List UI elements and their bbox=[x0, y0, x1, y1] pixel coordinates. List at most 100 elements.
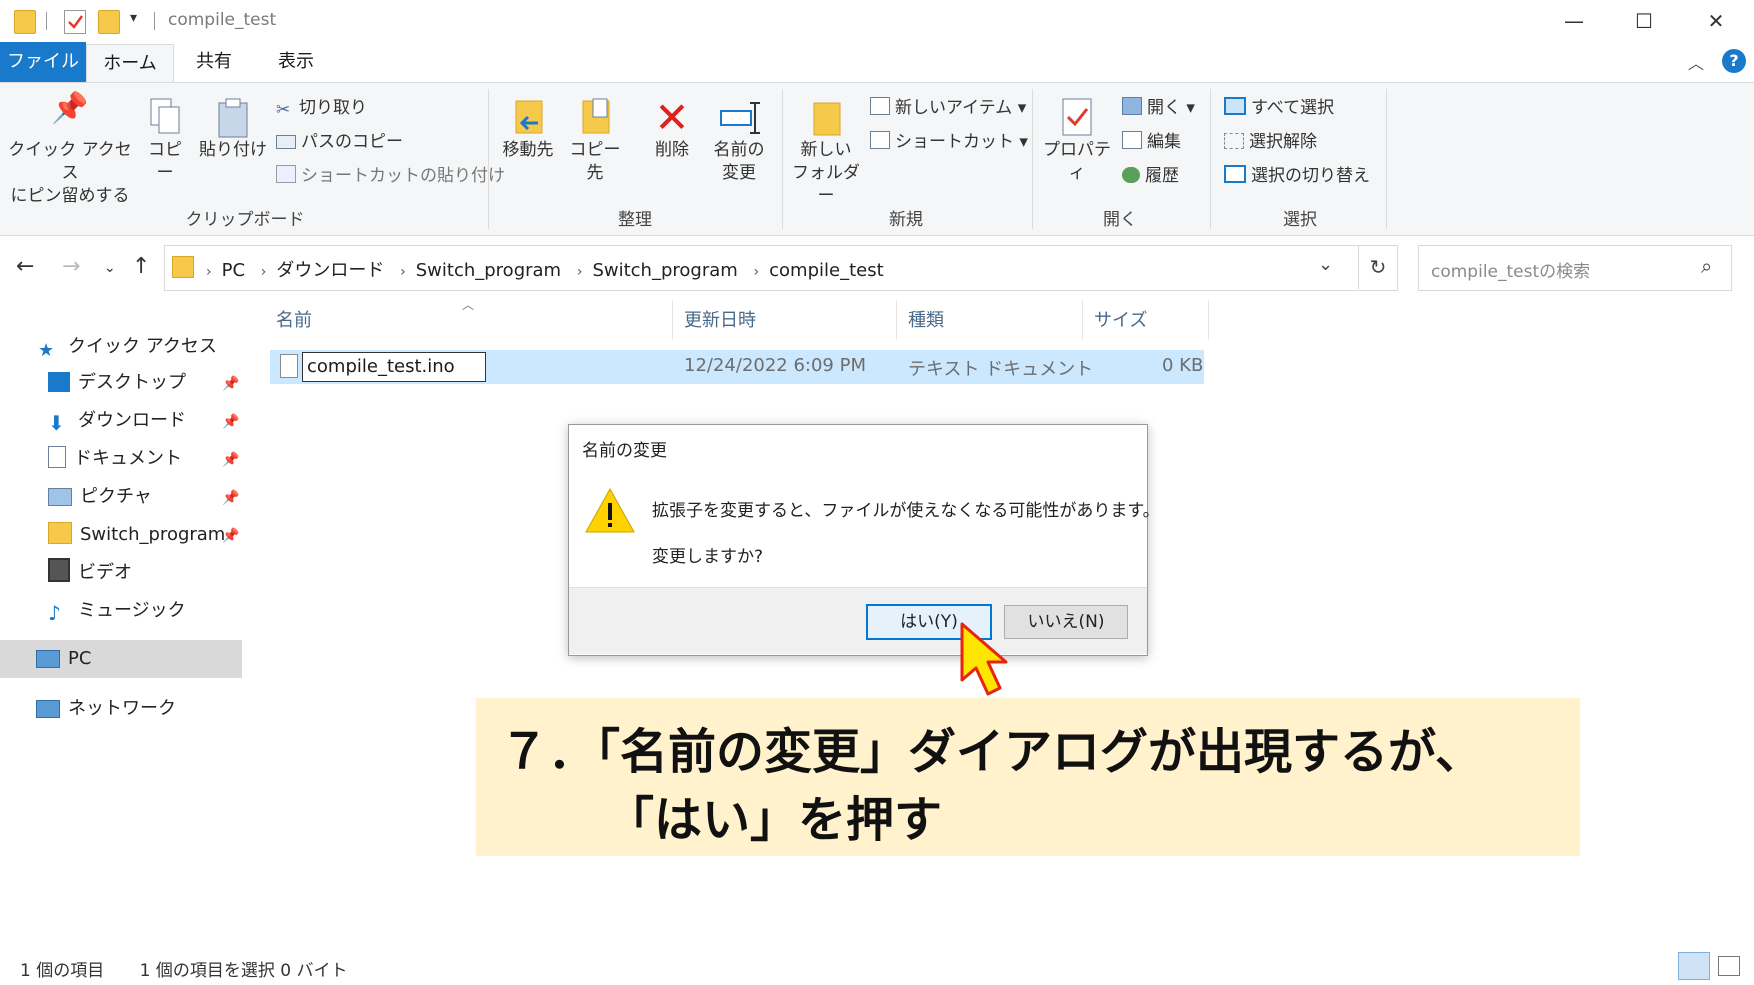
select-none-icon bbox=[1224, 133, 1244, 149]
pin-quick-access-button[interactable]: 📌 クイック アクセス にピン留めする bbox=[6, 94, 134, 208]
tab-file[interactable]: ファイル bbox=[0, 42, 86, 82]
open-button[interactable]: 開く ▾ bbox=[1122, 95, 1195, 121]
tab-view[interactable]: 表示 bbox=[262, 42, 330, 82]
sidebar-item-pc[interactable]: PC bbox=[36, 642, 91, 676]
edit-label: 編集 bbox=[1147, 132, 1181, 152]
music-note-icon: ♪ bbox=[48, 601, 61, 625]
maximize-icon[interactable]: ☐ bbox=[1616, 4, 1672, 38]
paste-icon bbox=[198, 97, 268, 139]
breadcrumb-item[interactable]: PC bbox=[222, 260, 245, 281]
picture-icon bbox=[48, 488, 72, 506]
film-icon bbox=[48, 558, 70, 582]
divider bbox=[1032, 89, 1033, 229]
rename-label-2: 変更 bbox=[722, 163, 756, 183]
forward-arrow-icon[interactable]: → bbox=[62, 254, 80, 279]
instruction-line-2: 「はい」を押す bbox=[606, 792, 943, 848]
properties-button[interactable]: プロパティ bbox=[1036, 97, 1118, 185]
cut-button[interactable]: ✂ 切り取り bbox=[276, 95, 367, 121]
sidebar-item-downloads[interactable]: ⬇ ダウンロード bbox=[48, 404, 186, 438]
shortcut-button[interactable]: ショートカット ▾ bbox=[870, 129, 1028, 155]
breadcrumb-chevron-icon[interactable]: › bbox=[400, 264, 406, 280]
breadcrumb-item[interactable]: compile_test bbox=[769, 260, 884, 281]
divider bbox=[1082, 300, 1083, 340]
sidebar-item-quick-access[interactable]: ★ クイック アクセス bbox=[38, 330, 217, 364]
close-icon[interactable]: ✕ bbox=[1688, 4, 1744, 38]
column-header-type[interactable]: 種類 bbox=[908, 306, 944, 332]
sidebar-item-pictures[interactable]: ピクチャ bbox=[48, 480, 152, 514]
sidebar-label: ミュージック bbox=[78, 600, 186, 621]
tab-share[interactable]: 共有 bbox=[180, 42, 248, 82]
search-input[interactable]: compile_testの検索 ⌕ bbox=[1418, 245, 1732, 291]
delete-button[interactable]: ✕ 削除 bbox=[644, 97, 700, 162]
breadcrumb-item[interactable]: Switch_program bbox=[592, 260, 737, 281]
column-header-size[interactable]: サイズ bbox=[1094, 306, 1147, 332]
properties-check-icon[interactable] bbox=[64, 10, 86, 34]
download-arrow-icon: ⬇ bbox=[48, 411, 65, 435]
sidebar-item-network[interactable]: ネットワーク bbox=[36, 692, 176, 726]
item-count: 1 個の項目 bbox=[20, 961, 105, 981]
copy-button[interactable]: コピー bbox=[140, 97, 190, 185]
dialog-title: 名前の変更 bbox=[582, 441, 667, 461]
breadcrumb-chevron-icon[interactable]: › bbox=[261, 264, 267, 280]
breadcrumb: › PC › ダウンロード › Switch_program › Switch_prog… bbox=[176, 256, 884, 282]
dialog-question: 変更しますか? bbox=[652, 547, 764, 567]
edit-button[interactable]: 編集 bbox=[1122, 129, 1181, 155]
star-icon: ★ bbox=[38, 340, 55, 361]
sidebar-item-videos[interactable]: ビデオ bbox=[48, 556, 132, 590]
warning-icon bbox=[584, 486, 636, 540]
edit-icon bbox=[1122, 131, 1142, 149]
file-size: 0 KB bbox=[1162, 355, 1204, 376]
divider bbox=[672, 300, 673, 340]
invert-selection-icon bbox=[1224, 165, 1246, 183]
move-to-button[interactable]: 移動先 bbox=[498, 97, 558, 162]
recent-locations-chevron-icon[interactable]: ⌄ bbox=[104, 260, 116, 276]
move-to-icon bbox=[498, 97, 558, 139]
details-view-icon[interactable] bbox=[1678, 952, 1710, 980]
invert-selection-button[interactable]: 選択の切り替え bbox=[1224, 163, 1370, 189]
copy-path-button[interactable]: パスのコピー bbox=[276, 129, 403, 155]
breadcrumb-chevron-icon[interactable]: › bbox=[206, 264, 212, 280]
mouse-cursor-icon bbox=[958, 622, 1018, 706]
column-header-name[interactable]: 名前 bbox=[276, 306, 312, 332]
group-label-open: 開く bbox=[1103, 210, 1137, 230]
select-all-button[interactable]: すべて選択 bbox=[1224, 95, 1334, 121]
up-arrow-icon[interactable]: ↑ bbox=[132, 254, 150, 279]
sidebar-item-music[interactable]: ♪ ミュージック bbox=[48, 594, 186, 628]
select-all-icon bbox=[1224, 97, 1246, 115]
rename-input[interactable]: compile_test.ino bbox=[302, 352, 486, 382]
copy-to-button[interactable]: コピー先 bbox=[562, 97, 628, 185]
group-label-new: 新規 bbox=[889, 210, 923, 230]
no-button[interactable]: いいえ(N) bbox=[1004, 605, 1128, 639]
refresh-icon[interactable]: ↻ bbox=[1358, 245, 1397, 289]
rename-button[interactable]: 名前の 変更 bbox=[706, 97, 772, 185]
sidebar-item-switch-program[interactable]: Switch_program bbox=[48, 518, 225, 552]
open-icon bbox=[1122, 97, 1142, 115]
breadcrumb-item[interactable]: Switch_program bbox=[416, 260, 561, 281]
history-button[interactable]: 履歴 bbox=[1122, 163, 1179, 189]
pin-icon: 📌 bbox=[222, 490, 240, 506]
paste-button[interactable]: 貼り付け bbox=[198, 97, 268, 162]
address-dropdown-icon[interactable]: ⌄ bbox=[1318, 254, 1333, 275]
breadcrumb-chevron-icon[interactable]: › bbox=[754, 264, 760, 280]
search-icon[interactable]: ⌕ bbox=[1701, 254, 1712, 278]
paste-shortcut-button[interactable]: ショートカットの貼り付け bbox=[276, 163, 505, 189]
customize-dropdown-icon[interactable]: ▾ bbox=[130, 10, 137, 26]
paste-shortcut-icon bbox=[276, 165, 296, 183]
new-folder-button[interactable]: 新しい フォルダー bbox=[788, 97, 864, 208]
sidebar-item-desktop[interactable]: デスクトップ bbox=[48, 366, 186, 400]
select-none-button[interactable]: 選択解除 bbox=[1224, 129, 1317, 155]
new-item-button[interactable]: 新しいアイテム ▾ bbox=[870, 95, 1026, 121]
large-icons-view-icon[interactable] bbox=[1718, 956, 1740, 976]
new-folder-icon[interactable] bbox=[98, 10, 120, 34]
tab-home[interactable]: ホーム bbox=[86, 44, 174, 83]
help-icon[interactable]: ? bbox=[1722, 49, 1746, 73]
column-header-modified[interactable]: 更新日時 bbox=[684, 306, 756, 332]
minimize-icon[interactable]: — bbox=[1546, 4, 1602, 38]
sidebar-item-documents[interactable]: ドキュメント bbox=[48, 442, 182, 476]
breadcrumb-chevron-icon[interactable]: › bbox=[577, 264, 583, 280]
breadcrumb-item[interactable]: ダウンロード bbox=[276, 260, 384, 281]
collapse-ribbon-icon[interactable]: ︿ bbox=[1688, 50, 1704, 74]
divider bbox=[782, 89, 783, 229]
sidebar-label: ビデオ bbox=[78, 562, 132, 583]
back-arrow-icon[interactable]: ← bbox=[16, 254, 34, 279]
